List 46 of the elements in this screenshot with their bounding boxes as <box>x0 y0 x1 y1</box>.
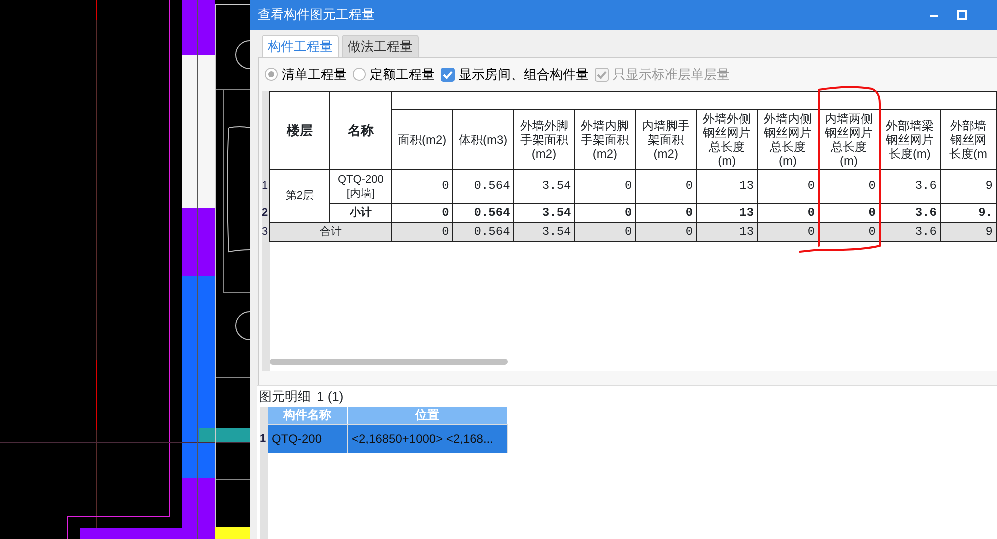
tab[interactable]: 构件工程量 <box>262 35 339 57</box>
column-header: 面积(m2) <box>392 110 453 170</box>
radio-label[interactable]: 清单工程量 <box>282 64 347 84</box>
table-cell: 0 <box>392 170 453 204</box>
tab[interactable]: 做法工程量 <box>342 35 419 57</box>
table-cell: 0 <box>392 222 453 242</box>
table-cell: 0.564 <box>452 170 514 204</box>
column-header: 外墙外侧钢丝网片总长度(m) <box>696 110 758 170</box>
column-header: 名称 <box>330 92 392 170</box>
window-title: 查看构件图元工程量 <box>258 6 376 24</box>
radio-button[interactable] <box>265 68 278 81</box>
table-cell: 0 <box>636 222 697 242</box>
table-cell: 3.54 <box>514 222 575 242</box>
maximize-icon[interactable] <box>957 10 967 20</box>
column-header: 外墙外脚手架面积(m2) <box>514 110 575 170</box>
table-cell[interactable]: QTQ-200 <box>268 424 348 453</box>
column-header: 外墙内脚手架面积(m2) <box>574 110 636 170</box>
scroll-thumb[interactable] <box>270 359 508 365</box>
table-cell[interactable]: <2,16850+1000> <2,168... <box>348 424 508 453</box>
table-cell: 0 <box>574 170 636 204</box>
table-cell: 3.6 <box>879 170 940 204</box>
checkbox-label[interactable]: 显示房间、组合构件量 <box>459 64 589 84</box>
table-cell: 0 <box>574 222 636 242</box>
table-cell: 9 <box>940 222 996 242</box>
row-number: 1 <box>260 433 268 445</box>
table-cell: 3.54 <box>514 170 575 204</box>
column-header: 体积(m3) <box>452 110 514 170</box>
column-header: 内墙脚手架面积(m2) <box>636 110 697 170</box>
table-cell: 0 <box>818 222 880 242</box>
column-header: 外部墙钢丝网长度(m <box>940 110 996 170</box>
column-header: 楼层 <box>270 92 330 170</box>
table-cell: QTQ-200 [内墙] <box>330 170 392 204</box>
table-cell: 合计 <box>270 222 392 242</box>
table-cell: 3.6 <box>879 222 940 242</box>
checkbox[interactable] <box>441 68 455 82</box>
table-cell: 0 <box>758 222 819 242</box>
radio-label[interactable]: 定额工程量 <box>370 64 435 84</box>
table-cell: 0.564 <box>452 222 514 242</box>
column-header: 外部墙梁钢丝网片长度(m) <box>879 110 940 170</box>
panel-title: 图元明细 <box>259 388 311 406</box>
count-label: 1 (1) <box>317 388 344 406</box>
table-cell: 13 <box>696 170 758 204</box>
table-cell: 0 <box>636 170 697 204</box>
radio-button[interactable] <box>353 68 366 81</box>
table-cell: 9 <box>940 170 996 204</box>
table-cell: 13 <box>696 222 758 242</box>
